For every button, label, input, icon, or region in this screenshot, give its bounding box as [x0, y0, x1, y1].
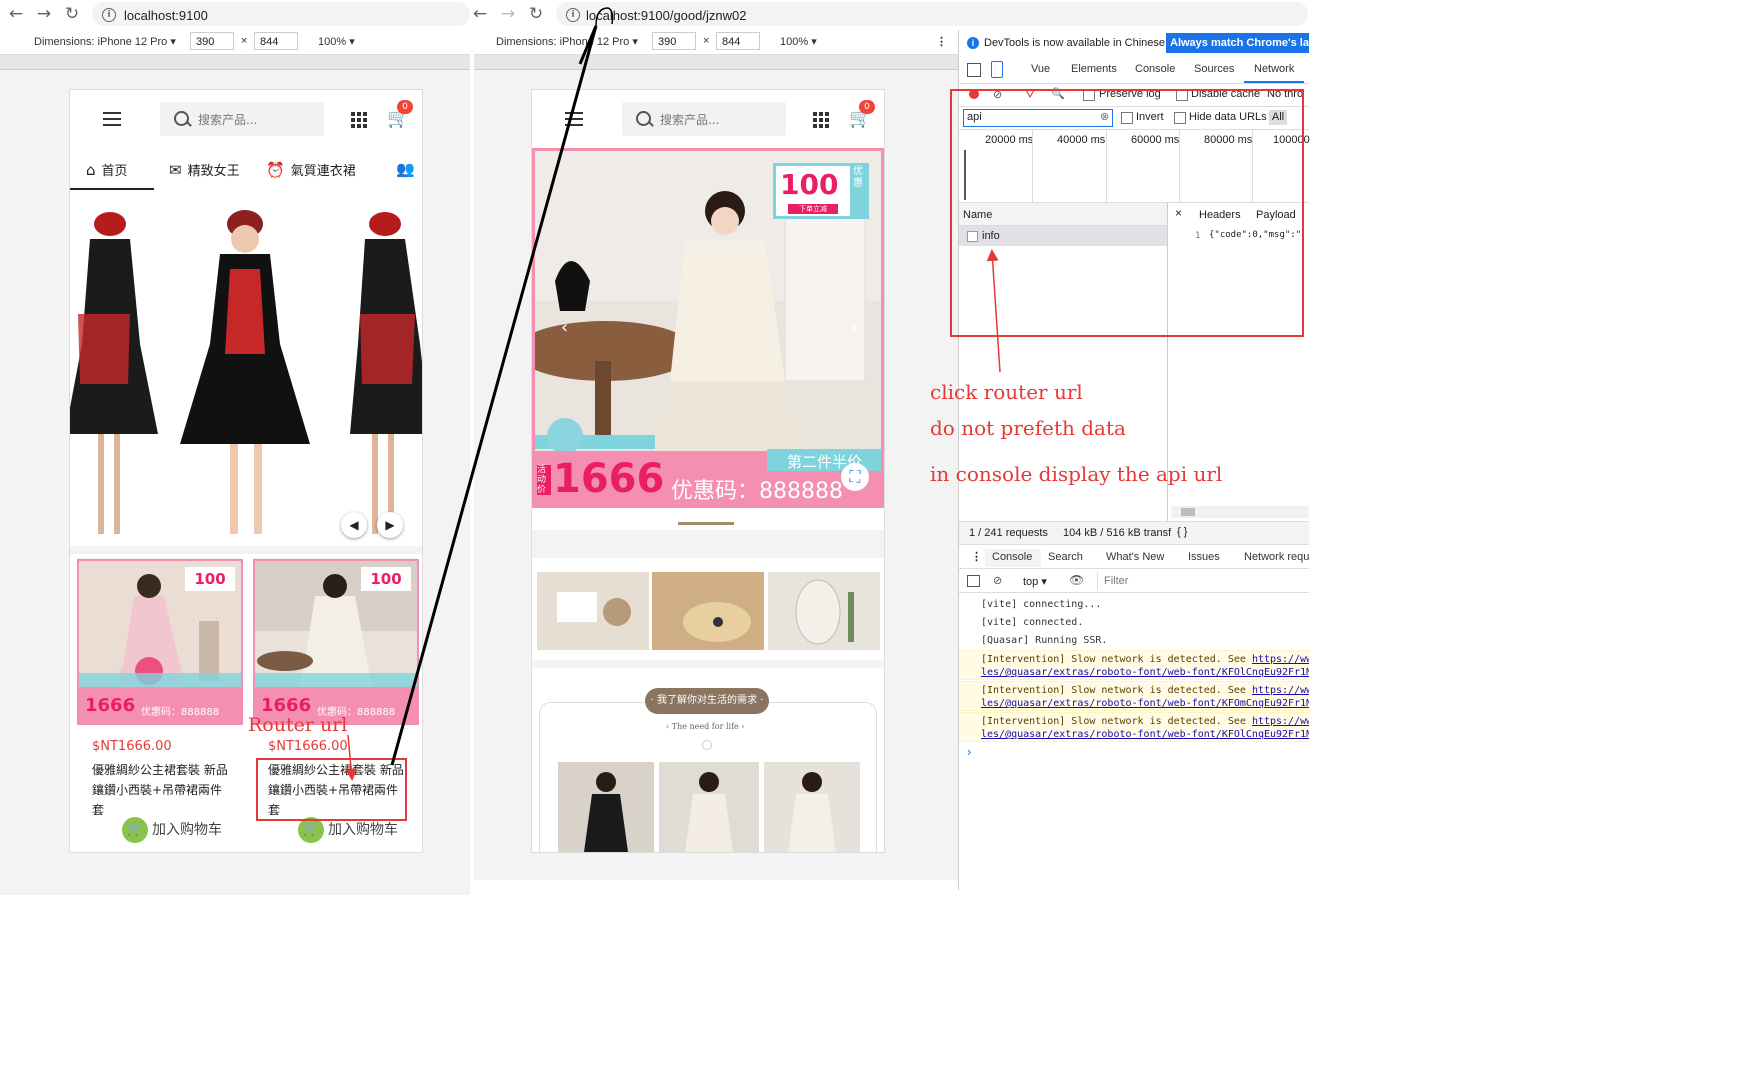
info-request-arrow — [986, 249, 1001, 373]
annotation-arrows — [345, 7, 1001, 781]
router-url-arrow — [345, 734, 358, 781]
link-to-url-line — [390, 25, 598, 766]
